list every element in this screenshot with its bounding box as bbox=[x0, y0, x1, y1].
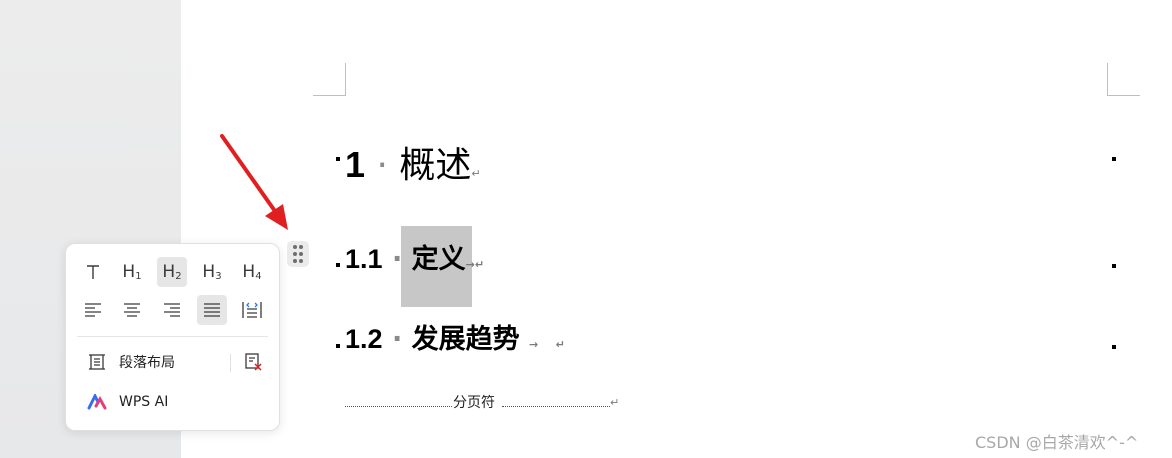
heading-marker bbox=[336, 157, 340, 161]
h4-icon: H4 bbox=[242, 262, 262, 282]
paragraph-layout-icon bbox=[85, 350, 109, 374]
align-right-icon bbox=[164, 303, 180, 317]
right-margin-marker bbox=[1112, 345, 1116, 349]
popup-divider bbox=[77, 336, 268, 337]
heading-2-button[interactable]: H2 bbox=[157, 257, 187, 287]
space-mark: · bbox=[391, 244, 403, 275]
paragraph-mark: ↵ bbox=[610, 396, 620, 409]
text-t-icon bbox=[87, 265, 99, 279]
distribute-button[interactable] bbox=[237, 295, 267, 325]
page-corner-top-right bbox=[1107, 63, 1140, 96]
heading-marker bbox=[336, 344, 340, 348]
heading-1-line[interactable]: 1 · 概述↵ bbox=[345, 136, 481, 188]
heading-1-button[interactable]: H1 bbox=[117, 257, 147, 287]
paragraph-style-popup: H1 H2 H3 H4 段落布局 WPS AI bbox=[65, 243, 280, 431]
heading-number: 1.1 bbox=[345, 244, 383, 274]
tab-mark: → bbox=[529, 338, 539, 351]
wps-ai-label: WPS AI bbox=[119, 394, 169, 410]
page-break-line-left bbox=[345, 406, 452, 407]
annotation-arrow bbox=[220, 134, 288, 230]
paragraph-mark: ↵ bbox=[471, 167, 481, 180]
heading-style-row: H1 H2 H3 H4 bbox=[77, 257, 269, 287]
page-corner-top-left bbox=[313, 63, 346, 96]
align-center-icon bbox=[124, 303, 140, 317]
page-break-line-right bbox=[502, 406, 610, 407]
align-justify-icon bbox=[204, 303, 220, 317]
align-justify-button[interactable] bbox=[197, 295, 227, 325]
heading-marker bbox=[336, 263, 340, 267]
align-left-button[interactable] bbox=[78, 295, 108, 325]
distribute-icon bbox=[242, 302, 262, 318]
heading-text: 发展趋势 bbox=[411, 324, 520, 355]
body-text-button[interactable] bbox=[78, 257, 108, 287]
heading-number: 1 bbox=[345, 144, 366, 185]
right-margin-marker bbox=[1112, 264, 1116, 268]
right-margin-marker bbox=[1112, 157, 1116, 161]
watermark: CSDN @白茶清欢^-^ bbox=[975, 433, 1139, 452]
heading-text: 定义 bbox=[411, 244, 466, 275]
page-break[interactable]: 分页符 ↵ bbox=[345, 392, 619, 411]
paragraph-mark: ↵ bbox=[474, 258, 485, 271]
page-break-label: 分页符 bbox=[453, 395, 495, 411]
wps-ai-item[interactable]: WPS AI bbox=[77, 387, 222, 417]
h1-icon: H1 bbox=[122, 262, 142, 282]
paragraph-layout-item[interactable]: 段落布局 bbox=[77, 347, 222, 377]
align-left-icon bbox=[85, 303, 101, 317]
heading-number: 1.2 bbox=[345, 324, 383, 354]
block-drag-handle[interactable] bbox=[287, 241, 309, 267]
popup-vertical-divider bbox=[230, 354, 231, 372]
align-center-button[interactable] bbox=[117, 295, 147, 325]
heading-4-button[interactable]: H4 bbox=[237, 257, 267, 287]
heading-2-line-trend[interactable]: 1.2 · 发展趋势 → ↵ bbox=[345, 317, 565, 356]
align-right-button[interactable] bbox=[157, 295, 187, 325]
paragraph-layout-label: 段落布局 bbox=[119, 355, 175, 371]
paragraph-mark: ↵ bbox=[555, 338, 565, 351]
tab-mark: → bbox=[465, 258, 475, 271]
space-mark: · bbox=[376, 145, 388, 186]
h3-icon: H3 bbox=[202, 262, 222, 282]
heading-text: 概述 bbox=[399, 145, 472, 186]
h2-icon: H2 bbox=[162, 262, 182, 282]
wps-ai-logo-icon bbox=[85, 390, 109, 414]
alignment-row bbox=[77, 295, 269, 325]
space-mark: · bbox=[391, 324, 403, 355]
clear-format-icon bbox=[245, 353, 262, 371]
heading-2-line-definition[interactable]: 1.1 · 定义→↵ bbox=[345, 237, 484, 276]
clear-format-button[interactable] bbox=[239, 348, 267, 376]
heading-3-button[interactable]: H3 bbox=[197, 257, 227, 287]
